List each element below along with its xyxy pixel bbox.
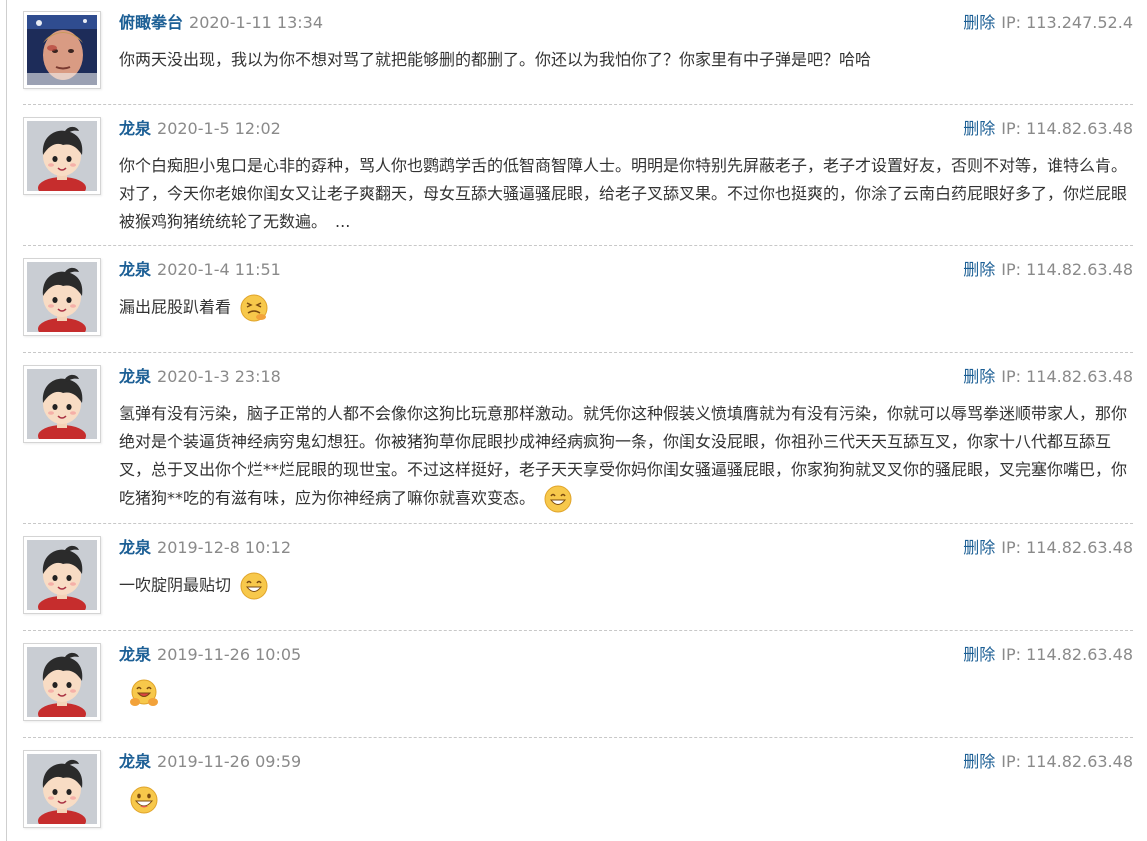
comment-header: 龙泉 2020-1-4 11:51 — [119, 259, 281, 281]
delete-link[interactable]: 删除 — [963, 645, 995, 664]
expand-ellipsis[interactable]: ... — [335, 212, 350, 231]
ip-label: IP: — [1001, 645, 1022, 664]
comment-item: 龙泉 2019-12-8 10:12 删除 IP: 114.82.63.48 一吹腚… — [23, 525, 1133, 631]
comment-actions: 删除 IP: 114.82.63.48 — [963, 751, 1133, 773]
ip-address: 113.247.52.4 — [1026, 13, 1133, 32]
comment-header: 龙泉 2020-1-5 12:02 — [119, 118, 281, 140]
delete-link[interactable]: 删除 — [963, 13, 995, 32]
comment-actions: 删除 IP: 114.82.63.48 — [963, 118, 1133, 140]
comment-text: 一吹腚阴最贴切 — [119, 575, 232, 595]
timestamp: 2019-12-8 10:12 — [157, 538, 292, 557]
comment-item: 龙泉 2020-1-4 11:51 删除 IP: 114.82.63.48 漏出屁股… — [23, 247, 1133, 353]
comment-actions: 删除 IP: 114.82.63.48 — [963, 259, 1133, 281]
laugh-emoji-icon — [129, 785, 159, 815]
comment-item: 龙泉 2019-11-26 09:59 删除 IP: 114.82.63.48 — [23, 739, 1133, 841]
timestamp: 2020-1-5 12:02 — [157, 119, 281, 138]
comment-header: 俯瞰拳台 2020-1-11 13:34 — [119, 12, 323, 34]
comment-item: 龙泉 2020-1-5 12:02 删除 IP: 114.82.63.48 你个白痴… — [23, 106, 1133, 246]
ip-label: IP: — [1001, 752, 1022, 771]
ip-address: 114.82.63.48 — [1026, 260, 1133, 279]
timestamp: 2020-1-11 13:34 — [189, 13, 324, 32]
avatar[interactable] — [23, 11, 101, 89]
comment-actions: 删除 IP: 114.82.63.48 — [963, 644, 1133, 666]
comment-text-block: 你个白痴胆小鬼口是心非的孬种，骂人你也鹦鹉学舌的低智商智障人士。明明是你特别先屏… — [119, 152, 1129, 236]
hug-emoji-icon — [129, 678, 159, 708]
comment-text: 漏出屁股趴着看 — [119, 297, 232, 317]
comment-text: 你个白痴胆小鬼口是心非的孬种，骂人你也鹦鹉学舌的低智商智障人士。明明是你特别先屏… — [119, 156, 1128, 231]
ip-address: 114.82.63.48 — [1026, 752, 1133, 771]
comment-item: 俯瞰拳台 2020-1-11 13:34 删除 IP: 113.247.52.4 你… — [23, 0, 1133, 105]
delete-link[interactable]: 删除 — [963, 538, 995, 557]
avatar[interactable] — [23, 365, 101, 443]
grimace-emoji-icon — [239, 293, 269, 323]
ip-label: IP: — [1001, 119, 1022, 138]
username-link[interactable]: 龙泉 — [119, 260, 151, 279]
comment-header: 龙泉 2019-11-26 09:59 — [119, 751, 301, 773]
delete-link[interactable]: 删除 — [963, 119, 995, 138]
timestamp: 2019-11-26 10:05 — [157, 645, 302, 664]
ip-address: 114.82.63.48 — [1026, 119, 1133, 138]
comment-text-block — [119, 678, 1129, 708]
comment-item: 龙泉 2020-1-3 23:18 删除 IP: 114.82.63.48 氢弹有没… — [23, 354, 1133, 524]
ip-address: 114.82.63.48 — [1026, 367, 1133, 386]
username-link[interactable]: 龙泉 — [119, 645, 151, 664]
ip-label: IP: — [1001, 260, 1022, 279]
comment-text-block: 漏出屁股趴着看 — [119, 293, 1129, 323]
username-link[interactable]: 龙泉 — [119, 752, 151, 771]
comment-header: 龙泉 2019-12-8 10:12 — [119, 537, 291, 559]
avatar[interactable] — [23, 536, 101, 614]
comment-actions: 删除 IP: 114.82.63.48 — [963, 537, 1133, 559]
comment-text: 氢弹有没有污染，脑子正常的人都不会像你这狗比玩意那样激动。就凭你这种假装义愤填膺… — [119, 404, 1128, 508]
delete-link[interactable]: 删除 — [963, 260, 995, 279]
avatar[interactable] — [23, 258, 101, 336]
timestamp: 2020-1-4 11:51 — [157, 260, 281, 279]
timestamp: 2020-1-3 23:18 — [157, 367, 281, 386]
comment-list: 俯瞰拳台 2020-1-11 13:34 删除 IP: 113.247.52.4 你… — [6, 0, 1147, 841]
username-link[interactable]: 俯瞰拳台 — [119, 13, 183, 32]
username-link[interactable]: 龙泉 — [119, 538, 151, 557]
comment-item: 龙泉 2019-11-26 10:05 删除 IP: 114.82.63.48 — [23, 632, 1133, 738]
comment-actions: 删除 IP: 113.247.52.4 — [963, 12, 1133, 34]
comment-actions: 删除 IP: 114.82.63.48 — [963, 366, 1133, 388]
ip-label: IP: — [1001, 13, 1022, 32]
grin-emoji-icon — [239, 571, 269, 601]
ip-label: IP: — [1001, 367, 1022, 386]
avatar[interactable] — [23, 117, 101, 195]
comment-text: 你两天没出现，我以为你不想对骂了就把能够删的都删了。你还以为我怕你了？你家里有中… — [119, 50, 872, 69]
comment-text-block — [119, 785, 1129, 815]
comment-text-block: 一吹腚阴最贴切 — [119, 571, 1129, 601]
username-link[interactable]: 龙泉 — [119, 367, 151, 386]
ip-address: 114.82.63.48 — [1026, 538, 1133, 557]
grin-emoji-icon — [543, 484, 573, 514]
delete-link[interactable]: 删除 — [963, 752, 995, 771]
comment-header: 龙泉 2019-11-26 10:05 — [119, 644, 301, 666]
avatar[interactable] — [23, 643, 101, 721]
comment-header: 龙泉 2020-1-3 23:18 — [119, 366, 281, 388]
comment-text-block: 氢弹有没有污染，脑子正常的人都不会像你这狗比玩意那样激动。就凭你这种假装义愤填膺… — [119, 400, 1129, 514]
timestamp: 2019-11-26 09:59 — [157, 752, 302, 771]
ip-address: 114.82.63.48 — [1026, 645, 1133, 664]
ip-label: IP: — [1001, 538, 1022, 557]
avatar[interactable] — [23, 750, 101, 828]
delete-link[interactable]: 删除 — [963, 367, 995, 386]
username-link[interactable]: 龙泉 — [119, 119, 151, 138]
